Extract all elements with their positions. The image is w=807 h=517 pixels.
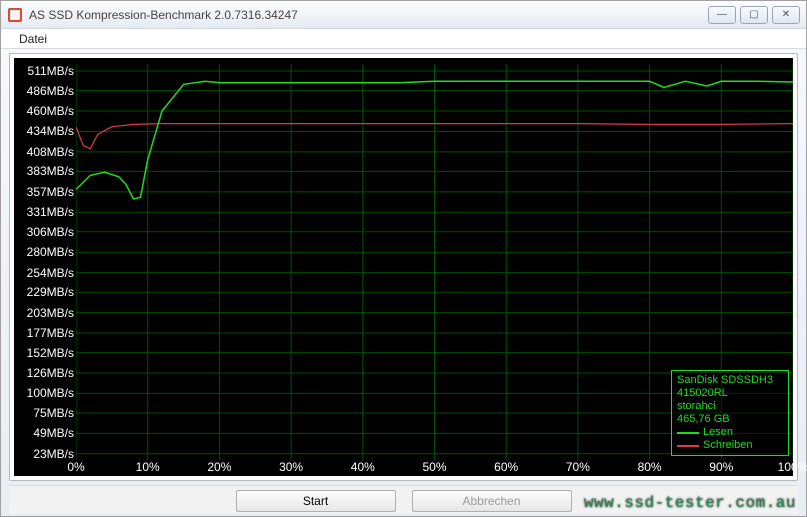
- legend-device: SanDisk SDSSDH3: [677, 374, 783, 387]
- content-frame: 23MB/s49MB/s75MB/s100MB/s126MB/s152MB/s1…: [9, 53, 798, 481]
- legend-capacity: 465,76 GB: [677, 413, 783, 426]
- legend-read-label: Lesen: [703, 426, 733, 439]
- abort-button: Abbrechen: [412, 490, 572, 512]
- menu-file[interactable]: Datei: [15, 31, 51, 47]
- close-button[interactable]: ✕: [772, 6, 800, 24]
- maximize-button[interactable]: ▢: [740, 6, 768, 24]
- legend-write-row: Schreiben: [677, 439, 783, 452]
- app-window: AS SSD Kompression-Benchmark 2.0.7316.34…: [0, 0, 807, 517]
- legend-read-swatch: [677, 432, 699, 434]
- legend-write-swatch: [677, 445, 699, 447]
- x-axis-labels: 0%10%20%30%40%50%60%70%80%90%100%: [76, 460, 793, 476]
- legend-write-label: Schreiben: [703, 439, 753, 452]
- legend-driver: storahci: [677, 400, 783, 413]
- legend-box: SanDisk SDSSDH3 415020RL storahci 465,76…: [671, 370, 789, 456]
- chart-area: 23MB/s49MB/s75MB/s100MB/s126MB/s152MB/s1…: [14, 58, 793, 476]
- app-icon: [7, 7, 23, 23]
- titlebar: AS SSD Kompression-Benchmark 2.0.7316.34…: [1, 1, 806, 29]
- watermark: www.ssd-tester.com.au: [584, 494, 796, 512]
- window-controls: — ▢ ✕: [708, 6, 800, 24]
- y-axis-labels: 23MB/s49MB/s75MB/s100MB/s126MB/s152MB/s1…: [14, 58, 76, 476]
- window-title: AS SSD Kompression-Benchmark 2.0.7316.34…: [29, 8, 708, 22]
- start-button[interactable]: Start: [236, 490, 396, 512]
- minimize-button[interactable]: —: [708, 6, 736, 24]
- legend-read-row: Lesen: [677, 426, 783, 439]
- legend-firmware: 415020RL: [677, 387, 783, 400]
- menubar: Datei: [1, 29, 806, 49]
